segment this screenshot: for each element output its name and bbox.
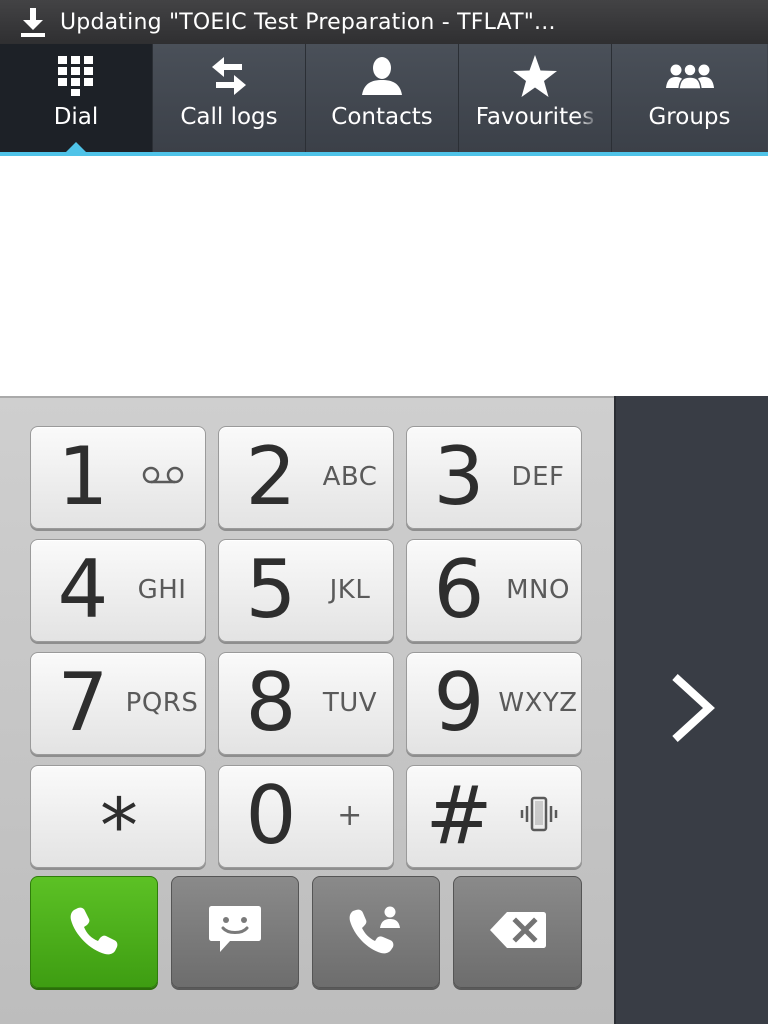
key-5[interactable]: 5 JKL (218, 539, 394, 642)
key-6[interactable]: 6 MNO (406, 539, 582, 642)
group-icon (612, 54, 767, 98)
tab-label: Groups (648, 104, 731, 130)
backspace-icon (489, 910, 547, 954)
message-icon (208, 904, 262, 960)
key-letters: GHI (137, 575, 187, 605)
message-button[interactable] (171, 876, 299, 988)
key-3[interactable]: 3 DEF (406, 426, 582, 529)
person-icon (306, 54, 458, 98)
key-2[interactable]: 2 ABC (218, 426, 394, 529)
add-contact-button[interactable] (312, 876, 440, 988)
key-4[interactable]: 4 GHI (30, 539, 206, 642)
status-bar: Updating "TOEIC Test Preparation - TFLAT… (0, 0, 768, 44)
key-9[interactable]: 9 WXYZ (406, 652, 582, 755)
tab-label: Dial (53, 104, 99, 130)
side-panel-toggle[interactable] (614, 396, 768, 1024)
dial-keypad: 1 2 ABC 3 DEF 4 GHI 5 JKL 6 MNO 7 PQRS 8… (0, 396, 614, 1024)
key-letters: MNO (506, 575, 570, 605)
tab-favourites[interactable]: Favourites (459, 44, 612, 152)
phone-add-contact-icon (348, 904, 404, 960)
key-letters: DEF (511, 462, 565, 492)
tab-groups[interactable]: Groups (612, 44, 767, 152)
key-letters: ABC (322, 462, 378, 492)
key-digit: # (425, 769, 493, 862)
vibrate-icon (499, 792, 579, 836)
dialpad-icon (0, 54, 152, 98)
key-hash[interactable]: # (406, 765, 582, 868)
number-display[interactable] (0, 156, 768, 396)
tab-label: Call logs (180, 104, 278, 130)
key-0[interactable]: 0 + (218, 765, 394, 868)
download-icon (16, 5, 50, 39)
key-letters: TUV (322, 688, 378, 718)
key-1[interactable]: 1 (30, 426, 206, 529)
key-8[interactable]: 8 TUV (218, 652, 394, 755)
key-7[interactable]: 7 PQRS (30, 652, 206, 755)
tab-contacts[interactable]: Contacts (306, 44, 459, 152)
active-tab-indicator (66, 142, 86, 152)
key-digit: 1 (57, 430, 109, 523)
tab-bar: Dial Call logs Contacts Favourites Group… (0, 44, 768, 152)
tab-label: Favourites (475, 104, 595, 130)
key-letters: JKL (329, 575, 371, 605)
star-icon (459, 54, 611, 98)
phone-icon (68, 904, 120, 960)
key-star[interactable]: * (30, 765, 206, 870)
key-letters: WXYZ (498, 688, 578, 718)
key-letters: PQRS (125, 688, 199, 718)
backspace-button[interactable] (453, 876, 582, 988)
chevron-right-icon (669, 673, 715, 747)
tab-label: Contacts (331, 104, 433, 130)
swap-arrows-icon (153, 54, 305, 98)
call-button[interactable] (30, 876, 158, 988)
key-digit: * (100, 781, 138, 870)
status-notification-title: Updating "TOEIC Test Preparation - TFLAT… (60, 9, 556, 35)
key-letters: + (337, 798, 363, 833)
voicemail-icon (123, 453, 203, 497)
tab-call-logs[interactable]: Call logs (153, 44, 306, 152)
tab-dial[interactable]: Dial (0, 44, 153, 152)
